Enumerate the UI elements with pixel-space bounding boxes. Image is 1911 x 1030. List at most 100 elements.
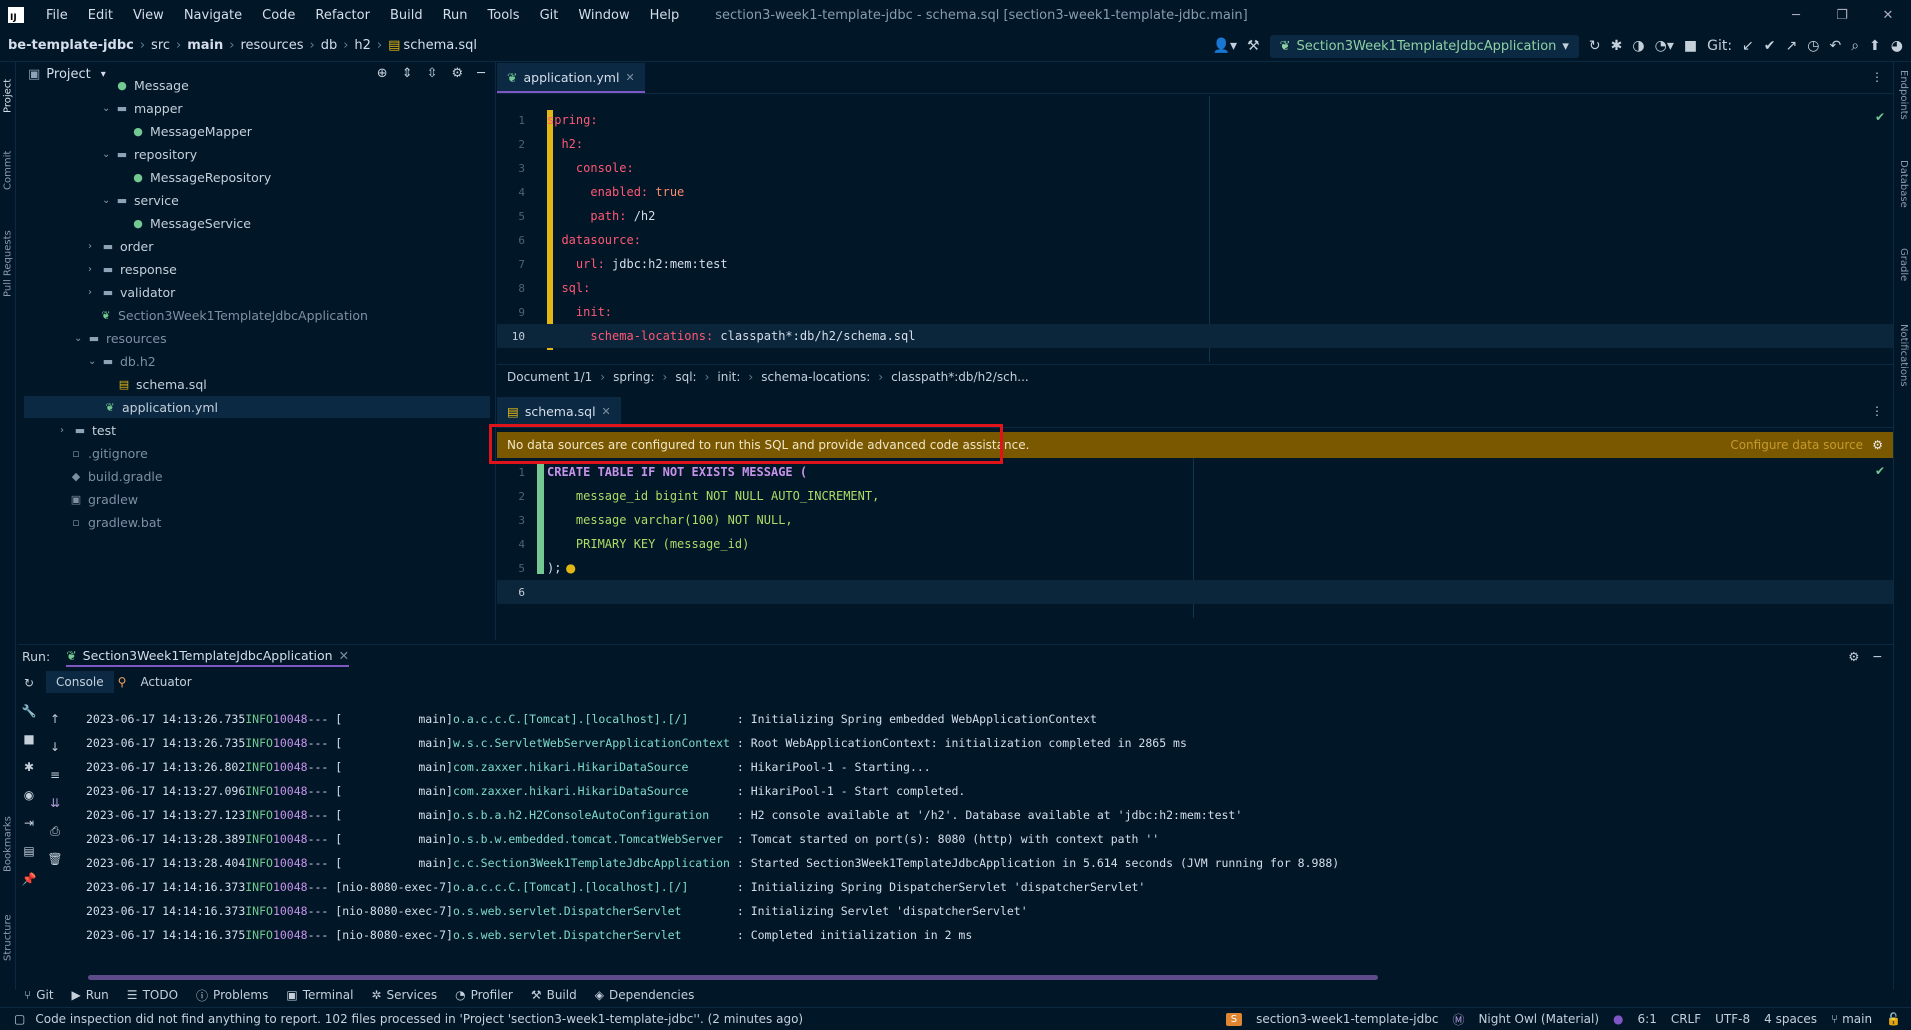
code-line-current[interactable]: 6 <box>497 580 1893 604</box>
tree-item-selected[interactable]: ❦ application.yml <box>24 396 490 418</box>
breadcrumb-item[interactable]: h2 <box>354 38 371 53</box>
breadcrumb-item[interactable]: resources <box>240 38 303 53</box>
status-theme[interactable]: Night Owl (Material) <box>1478 1012 1599 1026</box>
code-line[interactable]: 1 spring: <box>497 108 1893 132</box>
tree-item[interactable]: ● Message <box>114 74 189 96</box>
configure-data-source-link[interactable]: Configure data source <box>1730 438 1863 452</box>
gear-icon[interactable]: ⚙ <box>1872 438 1883 452</box>
close-icon[interactable]: ✕ <box>625 71 634 84</box>
notifications-tool-tab[interactable]: Notifications <box>1898 324 1909 387</box>
tab-console[interactable]: Console <box>46 671 114 693</box>
rollback-icon[interactable]: ↶ <box>1829 38 1841 54</box>
status-indent[interactable]: 4 spaces <box>1764 1012 1817 1026</box>
menu-code[interactable]: Code <box>252 8 305 23</box>
stop-icon[interactable]: ■ <box>18 725 40 753</box>
tree-item[interactable]: ⌄ ▬ resources <box>74 327 167 349</box>
code-line[interactable]: 2 h2: <box>497 132 1893 156</box>
menu-run[interactable]: Run <box>433 8 478 23</box>
code-line-current[interactable]: 10 schema-locations: classpath*:db/h2/sc… <box>497 324 1893 348</box>
toggle-panel-icon[interactable]: ▢ <box>14 1012 25 1026</box>
chevron-right-icon[interactable]: › <box>60 425 72 436</box>
close-icon[interactable]: ✕ <box>602 405 611 418</box>
more-options-icon[interactable]: ⋮ <box>1871 404 1883 418</box>
history-icon[interactable]: ◷ <box>1807 38 1819 54</box>
git-tool-button[interactable]: ⑂ Git <box>24 988 54 1002</box>
breadcrumb-item[interactable]: schema.sql <box>403 38 477 53</box>
menu-file[interactable]: File <box>36 8 78 23</box>
hide-icon[interactable]: ─ <box>477 66 485 81</box>
chevron-right-icon[interactable]: › <box>88 287 100 298</box>
services-tool-button[interactable]: ✲ Services <box>371 988 437 1002</box>
pull-requests-tool-tab[interactable]: Pull Requests <box>0 218 16 310</box>
editor-breadcrumb-item[interactable]: init: <box>717 370 740 384</box>
tab-actuator[interactable]: Actuator <box>130 671 201 693</box>
menu-refactor[interactable]: Refactor <box>305 8 380 23</box>
project-panel-title[interactable]: Project <box>46 67 90 82</box>
coverage-icon[interactable]: ◑ <box>1632 38 1644 54</box>
run-tab[interactable]: ❦ Section3Week1TemplateJdbcApplication ✕ <box>66 645 350 667</box>
no-problems-check-icon[interactable]: ✔ <box>1875 464 1885 478</box>
gear-icon[interactable]: ⚙ <box>1848 649 1859 664</box>
commit-tool-tab[interactable]: Commit <box>0 140 16 200</box>
code-line[interactable]: 8 sql: <box>497 276 1893 300</box>
breadcrumb-item[interactable]: main <box>187 38 223 53</box>
close-icon[interactable]: ✕ <box>339 648 349 663</box>
camera-icon[interactable]: ◉ <box>18 781 40 809</box>
menu-git[interactable]: Git <box>530 8 569 23</box>
lock-icon[interactable]: 🔓 <box>1886 1012 1901 1026</box>
no-problems-check-icon[interactable]: ✔ <box>1875 110 1885 124</box>
code-line[interactable]: 5 path: /h2 <box>497 204 1893 228</box>
chevron-down-icon[interactable]: ⌄ <box>102 195 114 206</box>
code-line[interactable]: 7 url: jdbc:h2:mem:test <box>497 252 1893 276</box>
tree-item[interactable]: ⌄ ▬ mapper <box>102 97 183 119</box>
code-line[interactable]: 3 message varchar(100) NOT NULL, <box>497 508 1893 532</box>
tree-item[interactable]: ⌄ ▬ service <box>102 189 179 211</box>
minimize-icon[interactable]: ─ <box>1773 0 1819 30</box>
exit-icon[interactable]: ⇥ <box>18 809 40 837</box>
trash-icon[interactable]: 🗑 <box>44 845 66 873</box>
menu-help[interactable]: Help <box>640 8 690 23</box>
print-icon[interactable]: ⎙ <box>44 817 66 845</box>
breadcrumb-item[interactable]: db <box>321 38 338 53</box>
scroll-up-icon[interactable]: ↑ <box>44 705 66 733</box>
tree-item[interactable]: ⌄ ▬ db.h2 <box>88 350 156 372</box>
tree-item[interactable]: ▣ gradlew <box>68 488 138 510</box>
breadcrumb-item[interactable]: src <box>151 38 170 53</box>
git-commit-icon[interactable]: ✔ <box>1764 38 1776 54</box>
collapse-all-icon[interactable]: ⇳ <box>427 66 438 81</box>
chevron-right-icon[interactable]: › <box>88 241 100 252</box>
bookmarks-tool-tab[interactable]: Bookmarks <box>0 802 16 886</box>
restore-icon[interactable]: ❐ <box>1819 0 1865 30</box>
chevron-down-icon[interactable]: ⌄ <box>88 356 100 367</box>
menu-window[interactable]: Window <box>568 8 639 23</box>
status-line-separator[interactable]: CRLF <box>1671 1012 1701 1026</box>
expand-all-icon[interactable]: ⇕ <box>402 66 413 81</box>
code-line[interactable]: 4 enabled: true <box>497 180 1893 204</box>
search-icon[interactable]: ⌕ <box>1851 38 1859 54</box>
gradle-tool-tab[interactable]: Gradle <box>1898 248 1909 281</box>
hide-icon[interactable]: ─ <box>1873 649 1881 664</box>
horizontal-scrollbar[interactable] <box>88 975 1378 980</box>
build-hammer-icon[interactable]: ⚒ <box>1247 38 1260 54</box>
tree-item[interactable]: › ▬ order <box>88 235 153 257</box>
tree-item[interactable]: ▫ .gitignore <box>68 442 148 464</box>
breadcrumb-item[interactable]: be-template-jdbc <box>8 38 134 53</box>
more-options-icon[interactable]: ⋮ <box>1871 70 1883 84</box>
tree-item[interactable]: ❦ Section3Week1TemplateJdbcApplication <box>98 304 368 326</box>
tree-item[interactable]: ▤ schema.sql <box>116 373 207 395</box>
editor-breadcrumb-item[interactable]: schema-locations: <box>761 370 870 384</box>
editor-breadcrumb-item[interactable]: Document 1/1 <box>507 370 592 384</box>
locate-icon[interactable]: ⊕ <box>377 66 388 81</box>
tree-item[interactable]: › ▬ test <box>60 419 116 441</box>
editor-breadcrumb-item[interactable]: sql: <box>675 370 696 384</box>
status-encoding[interactable]: UTF-8 <box>1715 1012 1750 1026</box>
git-update-icon[interactable]: ↙ <box>1742 38 1754 54</box>
menu-view[interactable]: View <box>123 8 174 23</box>
debug-icon[interactable]: ✱ <box>1611 38 1623 54</box>
tree-item[interactable]: ● MessageMapper <box>130 120 252 142</box>
run-configuration-select[interactable]: ❦ Section3Week1TemplateJdbcApplication ▾ <box>1269 34 1579 58</box>
code-line[interactable]: 4 PRIMARY KEY (message_id) <box>497 532 1893 556</box>
chevron-down-icon[interactable]: ⌄ <box>102 149 114 160</box>
structure-tool-tab[interactable]: Structure <box>0 902 16 974</box>
menu-build[interactable]: Build <box>380 8 433 23</box>
